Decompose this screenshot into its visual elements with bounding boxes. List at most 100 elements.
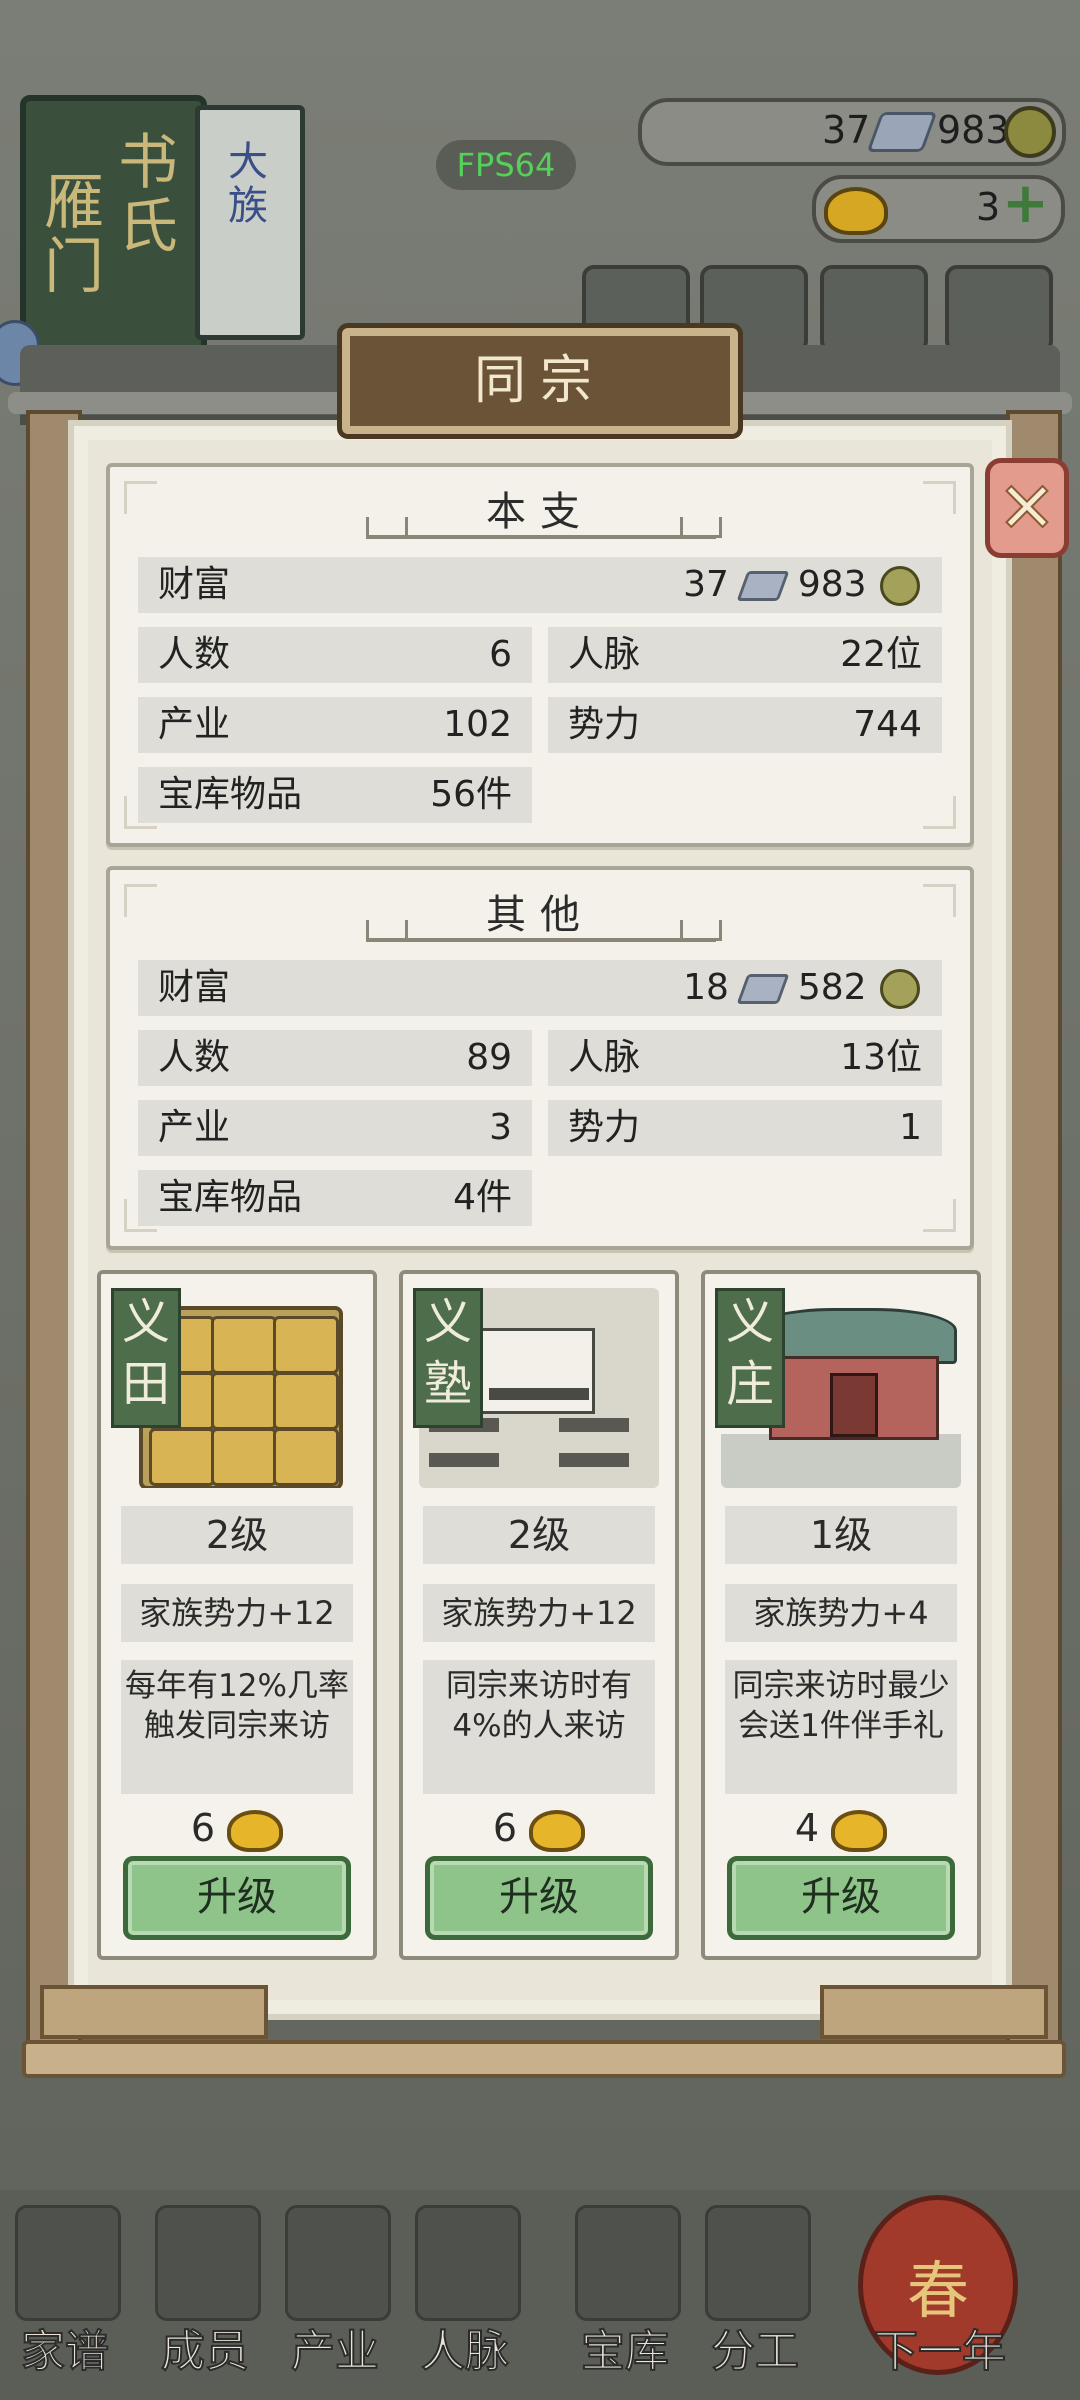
upgrade-cost: 6 xyxy=(403,1800,675,1856)
building-level: 2级 xyxy=(121,1506,353,1564)
student-desk xyxy=(429,1453,499,1467)
cost-amount: 4 xyxy=(794,1806,820,1850)
nav-next-year[interactable]: 下一年 xyxy=(845,2205,1035,2378)
settings-icon[interactable] xyxy=(945,265,1053,353)
nav-network[interactable]: 人脉 xyxy=(400,2205,530,2378)
wealth-silver: 18 xyxy=(683,967,729,1008)
building-effect: 家族势力+12 xyxy=(121,1584,353,1642)
nav-label: 宝库 xyxy=(580,2325,670,2378)
power-label: 势力 xyxy=(568,704,641,745)
nav-label: 人脉 xyxy=(420,2325,510,2378)
network-label: 人脉 xyxy=(568,1037,641,1078)
nav-vault[interactable]: 宝库 xyxy=(560,2205,690,2378)
industry-value: 102 xyxy=(443,704,512,745)
building-card-charity-field: 义 田 2级 家族势力+12 每年有12%几率触发同宗来访 6 升级 xyxy=(97,1270,377,1960)
people-label: 人数 xyxy=(158,634,231,675)
industry-row: 产业 102 xyxy=(138,697,532,753)
fps-counter: FPS64 xyxy=(436,140,576,190)
building-name-tag: 义 塾 xyxy=(413,1288,483,1428)
silver-ingot-icon xyxy=(736,974,790,1004)
upgrade-cost: 6 xyxy=(101,1800,373,1856)
power-row: 势力 744 xyxy=(548,697,942,753)
network-value: 22位 xyxy=(840,634,922,675)
vault-row: 宝库物品 56件 xyxy=(138,767,532,823)
gold-ingot-icon xyxy=(227,1809,284,1852)
vault-chest-icon xyxy=(575,2205,681,2321)
network-label: 人脉 xyxy=(568,634,641,675)
vault-label: 宝库物品 xyxy=(158,1177,303,1218)
wealth-label: 财富 xyxy=(158,967,231,1008)
cost-amount: 6 xyxy=(190,1806,216,1850)
wealth-value: 37 983 xyxy=(683,557,922,613)
menu-brush-icon[interactable] xyxy=(820,265,928,353)
copper-coin-icon xyxy=(880,969,920,1009)
building-name-tag: 义 庄 xyxy=(715,1288,785,1428)
gold-ingot-icon xyxy=(824,187,888,235)
nav-industry[interactable]: 产业 xyxy=(270,2205,400,2378)
desk-front xyxy=(489,1388,589,1400)
vault-value: 4件 xyxy=(453,1177,512,1218)
scroll-icon xyxy=(705,2205,811,2321)
modal-base-rail-left xyxy=(40,1985,268,2039)
tag-char: 庄 xyxy=(725,1356,774,1412)
building-level: 1级 xyxy=(725,1506,957,1564)
wealth-copper: 582 xyxy=(797,967,867,1008)
field-plot xyxy=(273,1372,339,1430)
members-icon xyxy=(155,2205,261,2321)
field-plot xyxy=(273,1428,339,1486)
copper-coin-icon xyxy=(880,566,920,606)
close-button[interactable]: ✕ xyxy=(985,458,1069,558)
title-rule xyxy=(366,938,716,942)
people-label: 人数 xyxy=(158,1037,231,1078)
wealth-silver: 37 xyxy=(683,564,729,605)
add-gold-icon[interactable]: + xyxy=(1002,171,1049,236)
manor-door xyxy=(830,1373,878,1437)
nav-division[interactable]: 分工 xyxy=(690,2205,820,2378)
book-tag: 大族 xyxy=(228,139,268,229)
field-plot xyxy=(211,1428,277,1486)
upgrade-button[interactable]: 升级 xyxy=(123,1856,351,1940)
modal-base xyxy=(22,2040,1066,2078)
wealth-copper: 983 xyxy=(797,564,867,605)
panel-title: 本支 xyxy=(486,489,594,535)
upgrade-button[interactable]: 升级 xyxy=(425,1856,653,1940)
field-plot xyxy=(211,1372,277,1430)
wealth-row: 财富 18 582 xyxy=(138,960,942,1016)
nav-label: 分工 xyxy=(710,2325,800,2378)
nav-members[interactable]: 成员 xyxy=(140,2205,270,2378)
building-level: 2级 xyxy=(423,1506,655,1564)
field-plot xyxy=(273,1316,339,1374)
tag-char: 义 xyxy=(423,1294,472,1350)
close-icon: ✕ xyxy=(997,466,1058,550)
copper-coin-icon xyxy=(1004,106,1056,158)
silver-icon xyxy=(866,112,938,152)
people-value: 6 xyxy=(489,634,512,675)
upgrade-cost: 4 xyxy=(705,1800,977,1856)
gold-ingot-icon xyxy=(831,1809,888,1852)
title-hook xyxy=(366,517,408,538)
tag-char: 田 xyxy=(121,1356,170,1412)
panel-corner xyxy=(923,1199,956,1232)
tag-char: 义 xyxy=(725,1294,774,1350)
cost-amount: 6 xyxy=(492,1806,518,1850)
nav-label: 家谱 xyxy=(20,2325,110,2378)
modal-base-rail-right xyxy=(820,1985,1048,2039)
building-description: 每年有12%几率触发同宗来访 xyxy=(121,1660,353,1794)
power-label: 势力 xyxy=(568,1107,641,1148)
nav-label: 成员 xyxy=(160,2325,250,2378)
industry-label: 产业 xyxy=(158,704,231,745)
network-row: 人脉 22位 xyxy=(548,627,942,683)
currency-bar: 37 983 xyxy=(638,98,1066,166)
upgrade-button[interactable]: 升级 xyxy=(727,1856,955,1940)
nav-family-tree[interactable]: 家谱 xyxy=(0,2205,130,2378)
manor-wall xyxy=(769,1356,939,1440)
people-row: 人数 89 xyxy=(138,1030,532,1086)
network-value: 13位 xyxy=(840,1037,922,1078)
title-hook xyxy=(680,920,722,941)
clan-book-cover[interactable]: 书氏 雁门 xyxy=(20,95,207,357)
nav-label: 下一年 xyxy=(873,2325,1007,2378)
main-branch-panel: 本支 财富 37 983 人数 6 人脉 22位 产业 102 势力 744 宝… xyxy=(106,463,974,847)
copper-amount: 983 xyxy=(937,108,1010,152)
nav-label: 产业 xyxy=(290,2325,380,2378)
modal-title-plaque: 同宗 xyxy=(342,328,738,434)
